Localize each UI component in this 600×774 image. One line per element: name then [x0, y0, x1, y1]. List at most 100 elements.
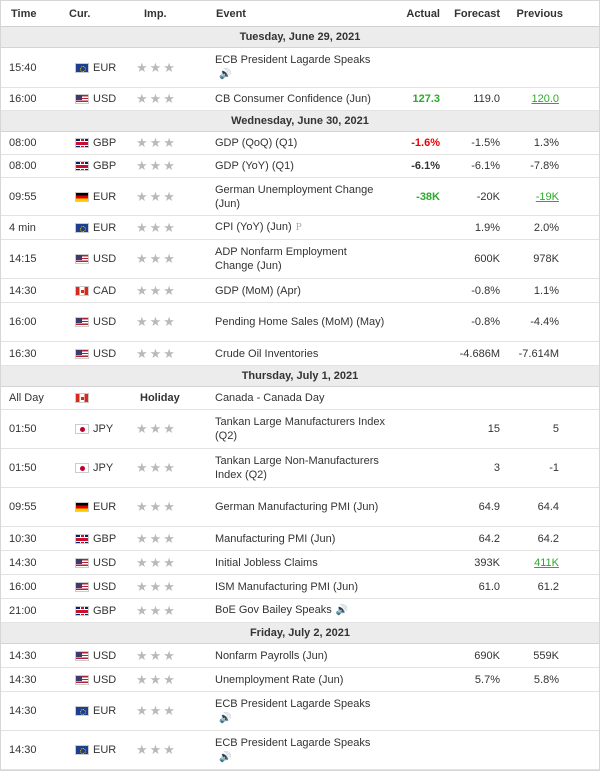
- event-name[interactable]: GDP (YoY) (Q1): [215, 160, 294, 172]
- header-forecast[interactable]: Forecast: [443, 8, 503, 20]
- forecast-value: 15: [487, 423, 500, 435]
- event-time: 16:00: [9, 316, 37, 328]
- forecast-value: 1.9%: [474, 221, 500, 234]
- event-name[interactable]: ADP Nonfarm Employment Change (Jun): [215, 246, 347, 272]
- event-cell[interactable]: German Manufacturing PMI (Jun): [212, 500, 386, 514]
- event-name[interactable]: BoE Gov Bailey Speaks: [215, 604, 332, 616]
- event-cell[interactable]: Pending Home Sales (MoM) (May): [212, 315, 386, 329]
- table-row[interactable]: 14:30 EUR ★★★ ECB President Lagarde Speaks 🔊: [1, 731, 599, 770]
- event-name[interactable]: ECB President Lagarde Speaks: [215, 737, 370, 749]
- event-cell[interactable]: CPI (YoY) (Jun) P: [212, 220, 386, 235]
- table-row[interactable]: 08:00 GBP ★★★ GDP (YoY) (Q1) -6.1% -6.1% -7.8%: [1, 155, 599, 178]
- table-row[interactable]: 16:00 USD ★★★ CB Consumer Confidence (Jun) 1…: [1, 88, 599, 111]
- event-name[interactable]: CPI (YoY) (Jun): [215, 221, 292, 233]
- previous-value-text: 1.1%: [533, 284, 559, 297]
- importance-stars-icon: ★★★: [136, 188, 177, 204]
- event-cell[interactable]: Tankan Large Manufacturers Index (Q2): [212, 415, 386, 443]
- event-time: 01:50: [9, 423, 37, 435]
- event-cell[interactable]: Canada - Canada Day: [212, 391, 386, 405]
- event-name[interactable]: Unemployment Rate (Jun): [215, 674, 343, 686]
- table-row[interactable]: 16:00 USD ★★★ ISM Manufacturing PMI (Jun) 61…: [1, 575, 599, 599]
- event-cell[interactable]: GDP (MoM) (Apr): [212, 284, 386, 298]
- importance-cell: ★★★: [132, 703, 212, 719]
- event-name[interactable]: GDP (QoQ) (Q1): [215, 137, 297, 149]
- table-row[interactable]: All Day Holiday Canada - Canada Day: [1, 387, 599, 410]
- event-cell[interactable]: Crude Oil Inventories: [212, 347, 386, 361]
- table-row[interactable]: 14:15 USD ★★★ ADP Nonfarm Employment Change…: [1, 240, 599, 279]
- event-name[interactable]: ISM Manufacturing PMI (Jun): [215, 581, 358, 593]
- previous-value-text: 64.2: [537, 532, 559, 545]
- table-row[interactable]: 14:30 USD ★★★ Unemployment Rate (Jun) 5.7% 5.…: [1, 668, 599, 692]
- event-name[interactable]: German Manufacturing PMI (Jun): [215, 501, 378, 513]
- gbp-flag-icon: [75, 533, 89, 544]
- event-cell[interactable]: ECB President Lagarde Speaks 🔊: [212, 697, 386, 726]
- previous-value-text: -7.614M: [518, 347, 559, 360]
- event-name[interactable]: Tankan Large Non-Manufacturers Index (Q2…: [215, 455, 379, 481]
- table-row[interactable]: 14:30 CAD ★★★ GDP (MoM) (Apr) -0.8% 1.1%: [1, 279, 599, 303]
- table-row[interactable]: 09:55 EUR ★★★ German Manufacturing PMI (Jun…: [1, 488, 599, 527]
- event-name[interactable]: Crude Oil Inventories: [215, 348, 318, 360]
- header-currency[interactable]: Cur.: [59, 8, 132, 20]
- header-actual[interactable]: Actual: [386, 8, 443, 20]
- event-name[interactable]: ECB President Lagarde Speaks: [215, 698, 370, 710]
- table-row[interactable]: 08:00 GBP ★★★ GDP (QoQ) (Q1) -1.6% -1.5% 1.3%: [1, 132, 599, 155]
- importance-cell: ★★★: [132, 283, 212, 299]
- table-row[interactable]: 4 min EUR ★★★ CPI (YoY) (Jun) P 1.9% 2.0%: [1, 216, 599, 240]
- event-name[interactable]: Tankan Large Manufacturers Index (Q2): [215, 416, 385, 442]
- event-cell[interactable]: ADP Nonfarm Employment Change (Jun): [212, 245, 386, 273]
- event-name[interactable]: CB Consumer Confidence (Jun): [215, 93, 371, 105]
- forecast-value: 5.7%: [474, 673, 500, 686]
- table-row[interactable]: 14:30 USD ★★★ Initial Jobless Claims 393K 411…: [1, 551, 599, 575]
- table-row[interactable]: 21:00 GBP ★★★ BoE Gov Bailey Speaks 🔊: [1, 599, 599, 623]
- forecast-value: -6.1%: [471, 160, 500, 172]
- event-cell[interactable]: Manufacturing PMI (Jun): [212, 532, 386, 546]
- event-name[interactable]: GDP (MoM) (Apr): [215, 285, 301, 297]
- header-time[interactable]: Time: [1, 8, 59, 20]
- header-importance[interactable]: Imp.: [132, 8, 212, 20]
- previous-value: 5.8%: [503, 674, 599, 686]
- previous-value: 559K: [503, 650, 599, 662]
- event-name[interactable]: Manufacturing PMI (Jun): [215, 533, 335, 545]
- table-row[interactable]: 14:30 USD ★★★ Nonfarm Payrolls (Jun) 690K 559…: [1, 644, 599, 668]
- event-name[interactable]: Initial Jobless Claims: [215, 557, 318, 569]
- event-name[interactable]: Pending Home Sales (MoM) (May): [215, 316, 384, 328]
- currency-code: GBP: [93, 604, 117, 617]
- table-row[interactable]: 14:30 EUR ★★★ ECB President Lagarde Speaks 🔊: [1, 692, 599, 731]
- usd-flag-icon: [75, 674, 89, 685]
- event-cell[interactable]: ECB President Lagarde Speaks 🔊: [212, 53, 386, 82]
- event-cell[interactable]: Nonfarm Payrolls (Jun): [212, 649, 386, 663]
- header-event[interactable]: Event: [212, 7, 386, 21]
- currency-cell: EUR: [59, 744, 132, 756]
- event-cell[interactable]: Unemployment Rate (Jun): [212, 673, 386, 687]
- usd-flag-icon: [75, 557, 89, 568]
- table-row[interactable]: 15:40 EUR ★★★ ECB President Lagarde Speaks 🔊: [1, 48, 599, 88]
- event-cell[interactable]: CB Consumer Confidence (Jun): [212, 92, 386, 106]
- table-row[interactable]: 16:30 USD ★★★ Crude Oil Inventories -4.686M -…: [1, 342, 599, 366]
- event-cell[interactable]: ECB President Lagarde Speaks 🔊: [212, 736, 386, 765]
- jpy-flag-icon: [75, 463, 89, 473]
- table-row[interactable]: 09:55 EUR ★★★ German Unemployment Change (J…: [1, 178, 599, 216]
- header-previous[interactable]: Previous: [503, 8, 599, 20]
- event-cell[interactable]: Tankan Large Non-Manufacturers Index (Q2…: [212, 454, 386, 482]
- event-cell[interactable]: German Unemployment Change (Jun): [212, 183, 386, 211]
- table-row[interactable]: 01:50 JPY ★★★ Tankan Large Manufacturers In…: [1, 410, 599, 449]
- event-cell[interactable]: BoE Gov Bailey Speaks 🔊: [212, 603, 386, 618]
- event-cell[interactable]: ISM Manufacturing PMI (Jun): [212, 580, 386, 594]
- event-time: 14:15: [9, 253, 37, 265]
- event-cell[interactable]: Initial Jobless Claims: [212, 556, 386, 570]
- event-name[interactable]: German Unemployment Change (Jun): [215, 184, 373, 210]
- currency-code: USD: [93, 316, 117, 328]
- table-row[interactable]: 01:50 JPY ★★★ Tankan Large Non-Manufacturer…: [1, 449, 599, 488]
- importance-stars-icon: ★★★: [136, 460, 177, 475]
- table-row[interactable]: 16:00 USD ★★★ Pending Home Sales (MoM) (May…: [1, 303, 599, 342]
- previous-value: 2.0%: [503, 222, 599, 234]
- event-cell[interactable]: GDP (YoY) (Q1): [212, 159, 386, 173]
- event-name[interactable]: Canada - Canada Day: [215, 392, 324, 404]
- event-name[interactable]: ECB President Lagarde Speaks: [215, 54, 370, 66]
- event-cell[interactable]: GDP (QoQ) (Q1): [212, 136, 386, 150]
- table-row[interactable]: 10:30 GBP ★★★ Manufacturing PMI (Jun) 64.2 64…: [1, 527, 599, 551]
- importance-stars-icon: ★★★: [136, 158, 177, 173]
- previous-value-text: -7.8%: [530, 160, 559, 172]
- event-name[interactable]: Nonfarm Payrolls (Jun): [215, 650, 327, 662]
- currency-cell: EUR: [59, 222, 132, 234]
